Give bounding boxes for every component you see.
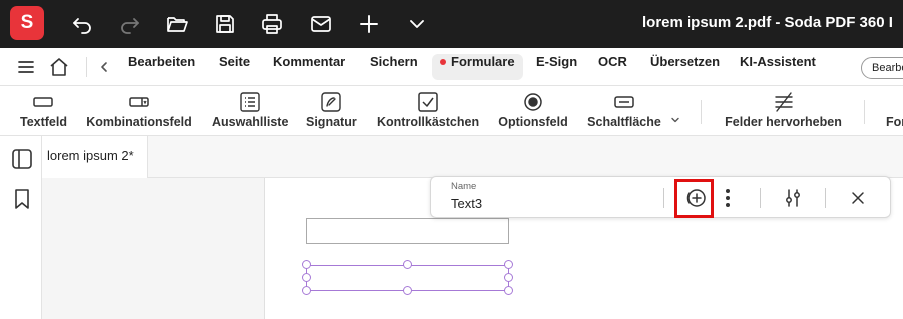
menu-bearbeiten[interactable]: Bearbeiten xyxy=(120,54,203,80)
listbox-icon xyxy=(239,92,261,112)
schaltflaeche-chevron-down-icon[interactable] xyxy=(669,113,681,125)
mail-icon[interactable] xyxy=(309,12,333,36)
menu-ocr[interactable]: OCR xyxy=(590,54,635,80)
resize-handle[interactable] xyxy=(302,273,311,282)
forms-ribbon: Textfeld Kombinationsfeld Auswahlliste S… xyxy=(0,86,903,136)
ribbon-divider xyxy=(701,100,702,124)
ribbon-kontrollkaestchen[interactable]: Kontrollkästchen xyxy=(377,92,479,132)
more-vertical-icon[interactable] xyxy=(717,187,739,209)
field-name-input[interactable]: Text3 xyxy=(451,196,482,211)
resize-handle[interactable] xyxy=(403,260,412,269)
menu-kommentar[interactable]: Kommentar xyxy=(265,54,353,80)
checkbox-icon xyxy=(417,92,439,112)
ribbon-blank-icon xyxy=(886,92,903,112)
home-icon[interactable] xyxy=(48,56,70,78)
resize-handle[interactable] xyxy=(504,286,513,295)
combobox-icon xyxy=(128,92,150,112)
resize-handle[interactable] xyxy=(403,286,412,295)
resize-handle[interactable] xyxy=(302,260,311,269)
chevron-down-icon[interactable] xyxy=(405,12,429,36)
ribbon-schaltflaeche-label: Schaltfläche xyxy=(587,115,661,129)
close-icon[interactable] xyxy=(847,187,869,209)
highlight-fields-icon xyxy=(773,92,795,112)
field-properties-toolbar xyxy=(430,176,891,218)
form-text-field[interactable] xyxy=(306,218,509,244)
textfield-icon xyxy=(32,92,54,112)
ribbon-felder-hervorheben-label: Felder hervorheben xyxy=(725,115,842,129)
sidebar-toggle-icon[interactable] xyxy=(11,148,33,170)
menu-formulare-label: Formulare xyxy=(451,54,515,69)
bearbeiten-pill-button[interactable]: Bearbe xyxy=(861,57,903,79)
ribbon-signatur-label: Signatur xyxy=(306,115,357,129)
menu-bar: Bearbeiten Seite Kommentar Sichern Formu… xyxy=(0,48,903,86)
ribbon-divider xyxy=(864,100,865,124)
ribbon-schaltflaeche[interactable]: Schaltfläche xyxy=(586,92,662,132)
save-icon[interactable] xyxy=(213,12,237,36)
toolbar-divider xyxy=(760,188,761,208)
ribbon-textfeld-label: Textfeld xyxy=(20,115,67,129)
menu-e-sign[interactable]: E-Sign xyxy=(528,54,585,80)
chevron-left-icon[interactable] xyxy=(97,59,111,75)
ribbon-formular-partial[interactable]: For xyxy=(886,92,903,132)
undo-icon[interactable] xyxy=(70,12,94,36)
document-tab[interactable]: lorem ipsum 2* xyxy=(42,136,148,178)
menu-seite[interactable]: Seite xyxy=(211,54,258,80)
ribbon-optionsfeld-label: Optionsfeld xyxy=(498,115,568,129)
ribbon-textfeld[interactable]: Textfeld xyxy=(20,92,67,132)
app-logo[interactable]: S xyxy=(10,6,44,40)
ribbon-auswahlliste-label: Auswahlliste xyxy=(212,115,289,129)
ribbon-kombinationsfeld[interactable]: Kombinationsfeld xyxy=(86,92,192,132)
ribbon-partial-label: For xyxy=(886,115,903,129)
menu-sichern[interactable]: Sichern xyxy=(362,54,426,80)
document-tab-bar: lorem ipsum 2* xyxy=(42,136,903,178)
active-dot xyxy=(440,59,446,65)
radio-icon xyxy=(522,92,544,112)
print-icon[interactable] xyxy=(260,12,284,36)
signature-icon xyxy=(320,92,342,112)
open-folder-icon[interactable] xyxy=(165,12,189,36)
field-name-label: Name xyxy=(451,181,477,192)
properties-sliders-icon[interactable] xyxy=(782,187,804,209)
toolbar-divider xyxy=(825,188,826,208)
resize-handle[interactable] xyxy=(504,273,513,282)
button-icon xyxy=(613,92,635,112)
menu-ki-assistent[interactable]: KI-Assistent xyxy=(732,54,824,80)
ribbon-signatur[interactable]: Signatur xyxy=(306,92,357,132)
menu-formulare[interactable]: Formulare xyxy=(432,54,523,80)
ribbon-kombinationsfeld-label: Kombinationsfeld xyxy=(86,115,192,129)
window-title: lorem ipsum 2.pdf - Soda PDF 360 I xyxy=(642,14,893,31)
bookmark-icon[interactable] xyxy=(11,188,33,210)
side-rail xyxy=(0,136,42,319)
menu-divider xyxy=(86,57,87,77)
title-bar: S lorem ipsum 2.pdf - Soda PDF 360 I xyxy=(0,0,903,48)
resize-handle[interactable] xyxy=(504,260,513,269)
ribbon-felder-hervorheben[interactable]: Felder hervorheben xyxy=(725,92,842,132)
ribbon-kontrollkaestchen-label: Kontrollkästchen xyxy=(377,115,480,129)
resize-handle[interactable] xyxy=(302,286,311,295)
menu-uebersetzen[interactable]: Übersetzen xyxy=(642,54,728,80)
ribbon-auswahlliste[interactable]: Auswahlliste xyxy=(212,92,289,132)
ribbon-optionsfeld[interactable]: Optionsfeld xyxy=(498,92,568,132)
toolbar-divider xyxy=(663,188,664,208)
plus-icon[interactable] xyxy=(357,12,381,36)
hamburger-menu-icon[interactable] xyxy=(16,57,36,77)
highlight-annotation-box xyxy=(674,179,714,218)
redo-icon[interactable] xyxy=(118,12,142,36)
